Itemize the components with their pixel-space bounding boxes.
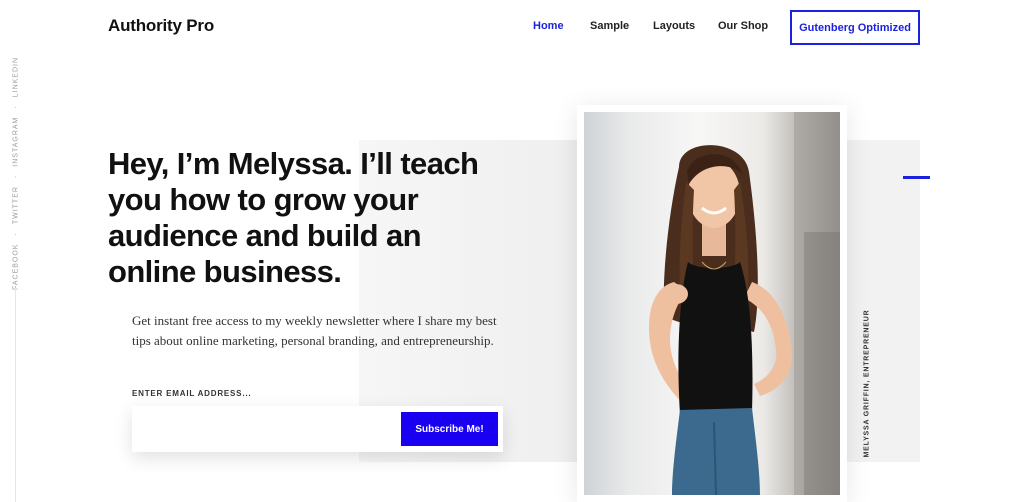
woman-portrait-illustration [649, 112, 840, 495]
photo-caption: MELYSSA GRIFFIN, ENTREPRENEUR [862, 310, 872, 460]
vertical-divider [15, 288, 16, 502]
email-label: ENTER EMAIL ADDRESS... [132, 389, 252, 398]
social-link-twitter[interactable]: TWITTER [13, 186, 20, 224]
photo-caption-text: MELYSSA GRIFFIN, ENTREPRENEUR [863, 309, 871, 458]
accent-line [903, 176, 930, 179]
portrait-card [577, 105, 847, 502]
email-input[interactable] [132, 406, 400, 452]
social-link-linkedin[interactable]: LINKEDIN [13, 57, 20, 97]
social-link-instagram[interactable]: INSTAGRAM [13, 117, 20, 167]
gutenberg-optimized-button[interactable]: Gutenberg Optimized [790, 10, 920, 45]
separator: · [12, 232, 20, 236]
nav-home[interactable]: Home [533, 20, 564, 32]
hero-intro: Get instant free access to my weekly new… [132, 313, 497, 348]
nav-layouts[interactable]: Layouts [653, 20, 695, 32]
subscribe-form: Subscribe Me! [132, 406, 503, 452]
hero-headline: Hey, I’m Melyssa. I’ll teach you how to … [108, 146, 479, 289]
nav-our-shop[interactable]: Our Shop [718, 20, 768, 32]
social-link-facebook[interactable]: FACEBOOK [13, 244, 20, 291]
separator: · [12, 174, 20, 179]
subscribe-button[interactable]: Subscribe Me! [401, 412, 498, 446]
separator: · [12, 105, 20, 109]
nav-sample[interactable]: Sample [590, 20, 629, 32]
site-logo[interactable]: Authority Pro [108, 16, 214, 36]
social-links: FACEBOOK · TWITTER · INSTAGRAM · LINKEDI… [11, 57, 21, 290]
portrait-photo [584, 112, 840, 495]
